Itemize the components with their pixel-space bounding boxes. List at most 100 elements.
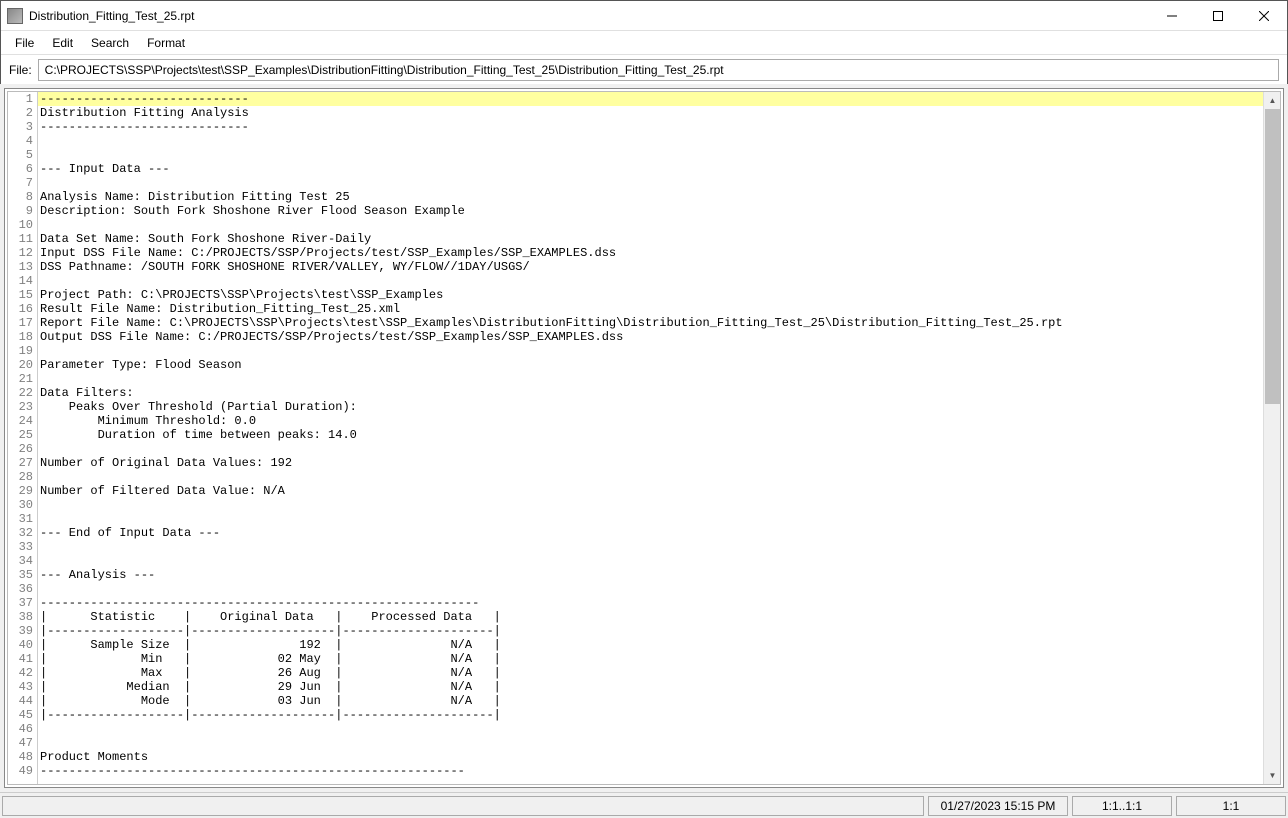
- line-number: 18: [8, 330, 37, 344]
- line-number: 41: [8, 652, 37, 666]
- filebar: File:: [1, 55, 1287, 85]
- line-number: 33: [8, 540, 37, 554]
- code-line[interactable]: Data Filters:: [38, 386, 1263, 400]
- code-line[interactable]: Distribution Fitting Analysis: [38, 106, 1263, 120]
- code-line[interactable]: ----------------------------------------…: [38, 764, 1263, 778]
- line-number: 13: [8, 260, 37, 274]
- code-line[interactable]: [38, 218, 1263, 232]
- file-path-input[interactable]: [38, 59, 1279, 81]
- line-number: 7: [8, 176, 37, 190]
- line-number: 6: [8, 162, 37, 176]
- code-line[interactable]: [38, 134, 1263, 148]
- line-number: 39: [8, 624, 37, 638]
- code-line[interactable]: |-------------------|-------------------…: [38, 624, 1263, 638]
- code-line[interactable]: Project Path: C:\PROJECTS\SSP\Projects\t…: [38, 288, 1263, 302]
- code-line[interactable]: [38, 176, 1263, 190]
- code-line[interactable]: |-------------------|-------------------…: [38, 708, 1263, 722]
- line-number: 27: [8, 456, 37, 470]
- code-line[interactable]: Parameter Type: Flood Season: [38, 358, 1263, 372]
- code-line[interactable]: [38, 540, 1263, 554]
- line-number: 20: [8, 358, 37, 372]
- line-number: 29: [8, 484, 37, 498]
- menu-edit[interactable]: Edit: [44, 34, 81, 52]
- scroll-up-arrow[interactable]: ▲: [1264, 92, 1281, 109]
- line-number: 25: [8, 428, 37, 442]
- line-number: 11: [8, 232, 37, 246]
- code-line[interactable]: | Mode | 03 Jun | N/A |: [38, 694, 1263, 708]
- code-line[interactable]: Duration of time between peaks: 14.0: [38, 428, 1263, 442]
- code-line[interactable]: Product Moments: [38, 750, 1263, 764]
- line-number: 8: [8, 190, 37, 204]
- code-line[interactable]: [38, 722, 1263, 736]
- code-line[interactable]: --- End of Input Data ---: [38, 526, 1263, 540]
- code-line[interactable]: | Sample Size | 192 | N/A |: [38, 638, 1263, 652]
- line-number: 23: [8, 400, 37, 414]
- code-line[interactable]: Peaks Over Threshold (Partial Duration):: [38, 400, 1263, 414]
- maximize-button[interactable]: [1195, 1, 1241, 31]
- code-line[interactable]: [38, 498, 1263, 512]
- code-line[interactable]: DSS Pathname: /SOUTH FORK SHOSHONE RIVER…: [38, 260, 1263, 274]
- code-line[interactable]: | Min | 02 May | N/A |: [38, 652, 1263, 666]
- code-line[interactable]: Output DSS File Name: C:/PROJECTS/SSP/Pr…: [38, 330, 1263, 344]
- code-line[interactable]: [38, 372, 1263, 386]
- titlebar: Distribution_Fitting_Test_25.rpt: [1, 1, 1287, 31]
- code-line[interactable]: --- Analysis ---: [38, 568, 1263, 582]
- code-area[interactable]: -----------------------------Distributio…: [38, 92, 1263, 784]
- line-number: 30: [8, 498, 37, 512]
- line-number: 48: [8, 750, 37, 764]
- code-line[interactable]: [38, 470, 1263, 484]
- vertical-scrollbar[interactable]: ▲ ▼: [1263, 92, 1280, 784]
- code-line[interactable]: [38, 344, 1263, 358]
- menubar: File Edit Search Format: [1, 31, 1287, 55]
- code-line[interactable]: Data Set Name: South Fork Shoshone River…: [38, 232, 1263, 246]
- window-controls: [1149, 1, 1287, 31]
- code-line[interactable]: Result File Name: Distribution_Fitting_T…: [38, 302, 1263, 316]
- code-line[interactable]: Description: South Fork Shoshone River F…: [38, 204, 1263, 218]
- code-line[interactable]: --- Input Data ---: [38, 162, 1263, 176]
- line-number: 1: [8, 92, 37, 106]
- scroll-down-arrow[interactable]: ▼: [1264, 767, 1281, 784]
- code-line[interactable]: [38, 512, 1263, 526]
- line-number: 3: [8, 120, 37, 134]
- menu-format[interactable]: Format: [139, 34, 193, 52]
- line-number: 12: [8, 246, 37, 260]
- line-number: 47: [8, 736, 37, 750]
- line-number: 15: [8, 288, 37, 302]
- code-line[interactable]: [38, 736, 1263, 750]
- code-line[interactable]: [38, 554, 1263, 568]
- code-line[interactable]: Analysis Name: Distribution Fitting Test…: [38, 190, 1263, 204]
- line-number: 42: [8, 666, 37, 680]
- line-number: 5: [8, 148, 37, 162]
- status-message: [2, 796, 924, 816]
- line-number: 36: [8, 582, 37, 596]
- close-button[interactable]: [1241, 1, 1287, 31]
- code-line[interactable]: ----------------------------------------…: [38, 596, 1263, 610]
- code-line[interactable]: -----------------------------: [38, 92, 1263, 106]
- code-line[interactable]: [38, 442, 1263, 456]
- editor[interactable]: 1234567891011121314151617181920212223242…: [7, 91, 1281, 785]
- code-line[interactable]: | Max | 26 Aug | N/A |: [38, 666, 1263, 680]
- code-line[interactable]: Number of Filtered Data Value: N/A: [38, 484, 1263, 498]
- menu-search[interactable]: Search: [83, 34, 137, 52]
- code-line[interactable]: Number of Original Data Values: 192: [38, 456, 1263, 470]
- minimize-button[interactable]: [1149, 1, 1195, 31]
- status-timestamp: 01/27/2023 15:15 PM: [928, 796, 1068, 816]
- menu-file[interactable]: File: [7, 34, 42, 52]
- line-number: 22: [8, 386, 37, 400]
- code-line[interactable]: Input DSS File Name: C:/PROJECTS/SSP/Pro…: [38, 246, 1263, 260]
- titlebar-left: Distribution_Fitting_Test_25.rpt: [7, 8, 194, 24]
- scroll-thumb[interactable]: [1265, 109, 1280, 404]
- file-label: File:: [9, 63, 32, 77]
- line-number: 26: [8, 442, 37, 456]
- code-line[interactable]: [38, 274, 1263, 288]
- code-line[interactable]: [38, 582, 1263, 596]
- code-line[interactable]: Minimum Threshold: 0.0: [38, 414, 1263, 428]
- code-line[interactable]: [38, 148, 1263, 162]
- code-line[interactable]: Report File Name: C:\PROJECTS\SSP\Projec…: [38, 316, 1263, 330]
- line-number: 40: [8, 638, 37, 652]
- code-line[interactable]: | Statistic | Original Data | Processed …: [38, 610, 1263, 624]
- line-number: 44: [8, 694, 37, 708]
- code-line[interactable]: | Median | 29 Jun | N/A |: [38, 680, 1263, 694]
- line-number: 34: [8, 554, 37, 568]
- code-line[interactable]: -----------------------------: [38, 120, 1263, 134]
